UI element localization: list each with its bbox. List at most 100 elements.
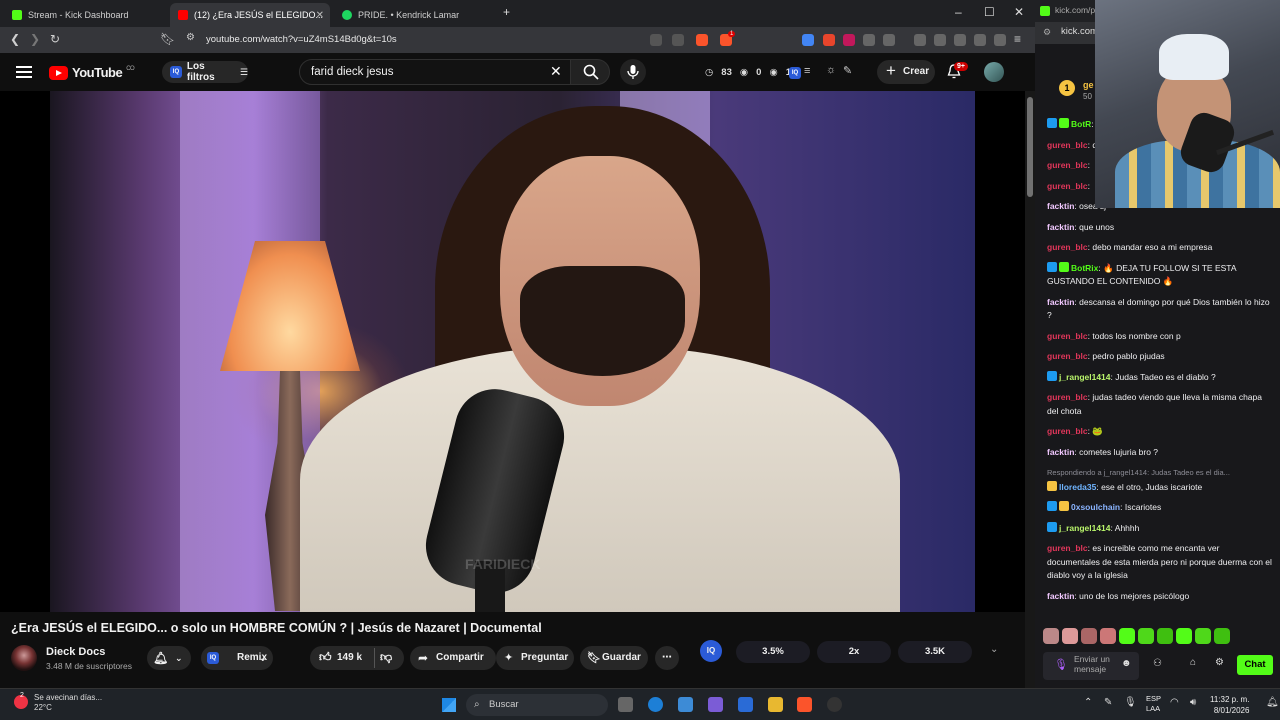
wifi-icon[interactable]: ◠ [1170, 697, 1179, 708]
bookmark-icon[interactable]: 🔖︎ [160, 32, 175, 46]
file-explorer-icon[interactable] [768, 697, 783, 712]
reload-icon[interactable]: ↻ [50, 32, 60, 46]
language-indicator[interactable]: ESP LAA [1146, 694, 1161, 714]
chat-username[interactable]: j_rangel1414 [1059, 372, 1111, 382]
microphone-icon[interactable]: 🎙︎ [1054, 658, 1068, 671]
site-info-icon[interactable]: ⚙ [1043, 27, 1051, 38]
translate-ext-icon[interactable] [802, 34, 814, 46]
app-icon[interactable] [678, 697, 693, 712]
back-icon[interactable]: ❮ [10, 32, 20, 46]
obs-icon[interactable] [827, 697, 842, 712]
extension-icon[interactable] [883, 34, 895, 46]
chat-username[interactable]: guren_blc [1047, 351, 1088, 361]
app-icon[interactable] [708, 697, 723, 712]
chevron-down-icon[interactable]: ⌄ [990, 644, 998, 655]
settings-icon[interactable]: ⚙ [1215, 657, 1224, 668]
emote-icon[interactable] [1214, 628, 1230, 644]
save-button[interactable]: 🔖︎ Guardar [580, 646, 648, 670]
list-icon[interactable]: ≡ [804, 65, 810, 77]
weather-widget[interactable]: Se avecinan días... 22°C [14, 693, 102, 713]
minimize-icon[interactable]: – [955, 5, 962, 19]
emote-icon[interactable] [1119, 628, 1135, 644]
tab-spotify[interactable]: PRIDE. • Kendrick Lamar [334, 3, 494, 27]
dislike-icon[interactable]: 👎︎ [380, 645, 392, 669]
taskbar-search[interactable]: ⌕ Buscar [466, 694, 608, 716]
chat-username[interactable]: lloreda35 [1059, 482, 1096, 492]
filters-button[interactable]: IQ Los filtros ☰ [162, 61, 248, 83]
more-actions-button[interactable]: ⋯ [655, 646, 679, 670]
chat-username[interactable]: j_rangel1414 [1059, 523, 1111, 533]
media-icon[interactable] [914, 34, 926, 46]
scrollbar-thumb[interactable] [1027, 97, 1033, 197]
chat-username[interactable]: facktin [1047, 201, 1074, 211]
site-info-icon[interactable]: ⚙ [186, 32, 195, 43]
chat-username[interactable]: facktin [1047, 297, 1074, 307]
share-icon[interactable] [672, 34, 684, 46]
chat-username[interactable]: facktin [1047, 222, 1074, 232]
system-clock[interactable]: 11:32 p. m. 8/01/2026 [1210, 694, 1249, 716]
tab-youtube-video[interactable]: (12) ¿Era JESÚS el ELEGIDO... ✕ [170, 3, 330, 27]
ask-button[interactable]: ✦ Preguntar [496, 646, 574, 670]
hamburger-menu-icon[interactable] [16, 66, 32, 78]
notifications-icon[interactable]: 🔔︎ [1266, 697, 1279, 708]
extension-icon[interactable] [863, 34, 875, 46]
emote-icon[interactable] [1081, 628, 1097, 644]
brave-icon[interactable] [797, 697, 812, 712]
chat-username[interactable]: guren_blc [1047, 140, 1088, 150]
leo-icon[interactable] [974, 34, 986, 46]
emoji-icon[interactable]: ☻ [1121, 658, 1132, 669]
chat-username[interactable]: guren_blc [1047, 160, 1088, 170]
task-view-icon[interactable] [618, 697, 633, 712]
like-icon[interactable]: 👍︎ [319, 645, 332, 669]
new-tab-button[interactable]: + [503, 5, 510, 19]
forward-icon[interactable]: ❯ [30, 32, 40, 46]
chat-username[interactable]: guren_blc [1047, 392, 1088, 402]
chat-username[interactable]: guren_blc [1047, 331, 1088, 341]
chat-username[interactable]: facktin [1047, 591, 1074, 601]
extension-icon[interactable] [843, 34, 855, 46]
voice-search-button[interactable] [620, 59, 646, 85]
chat-username[interactable]: guren_blc [1047, 426, 1088, 436]
install-app-icon[interactable] [650, 34, 662, 46]
emote-icon[interactable] [1062, 628, 1078, 644]
close-tab-icon[interactable]: ✕ [316, 10, 324, 21]
chat-username[interactable]: 0xsoulchain [1071, 502, 1120, 512]
iq-ext-icon[interactable]: IQ [789, 67, 801, 79]
emote-icon[interactable] [1100, 628, 1116, 644]
youtube-logo[interactable]: YouTube CO [49, 65, 135, 80]
lightbulb-icon[interactable]: ☼ [826, 64, 836, 76]
search-input[interactable]: farid dieck jesus [299, 59, 571, 85]
remix-button[interactable]: IQ Remix ⌄ [201, 646, 273, 670]
iq-logo-icon[interactable]: IQ [700, 640, 722, 662]
close-window-icon[interactable]: ✕ [1014, 5, 1024, 19]
emote-icon[interactable] [1157, 628, 1173, 644]
volume-icon[interactable]: 🔊︎ [1190, 697, 1196, 708]
channel-name[interactable]: Dieck Docs [46, 646, 105, 658]
create-button[interactable]: Crear [877, 59, 935, 84]
share-button[interactable]: ➦ Compartir [410, 646, 496, 670]
chat-username[interactable]: BotRix [1071, 263, 1098, 273]
users-icon[interactable]: ⚇ [1153, 658, 1162, 669]
edge-icon[interactable] [648, 697, 663, 712]
video-player[interactable]: FARIDIECK [0, 91, 1025, 612]
vpn-icon[interactable] [994, 34, 1006, 46]
extension-icon[interactable] [823, 34, 835, 46]
maximize-icon[interactable]: ☐ [984, 5, 995, 19]
account-avatar[interactable] [984, 62, 1004, 82]
emote-icon[interactable] [1138, 628, 1154, 644]
chat-username[interactable]: BotR [1071, 119, 1091, 129]
chat-username[interactable]: facktin [1047, 447, 1074, 457]
pen-icon[interactable]: ✎ [1104, 697, 1112, 708]
emote-icon[interactable] [1176, 628, 1192, 644]
store-icon[interactable]: ⌂ [1190, 657, 1196, 668]
tab-kick-dashboard[interactable]: Stream - Kick Dashboard [4, 3, 164, 27]
chat-username[interactable]: guren_blc [1047, 543, 1088, 553]
wallet-icon[interactable] [954, 34, 966, 46]
chat-username[interactable]: guren_blc [1047, 181, 1088, 191]
brave-shields-icon[interactable] [696, 34, 708, 46]
pen-icon[interactable]: ✎ [843, 64, 852, 77]
page-scrollbar[interactable] [1025, 91, 1035, 688]
emote-icon[interactable] [1195, 628, 1211, 644]
menu-icon[interactable]: ≡ [1014, 32, 1021, 46]
channel-avatar[interactable] [11, 645, 37, 671]
